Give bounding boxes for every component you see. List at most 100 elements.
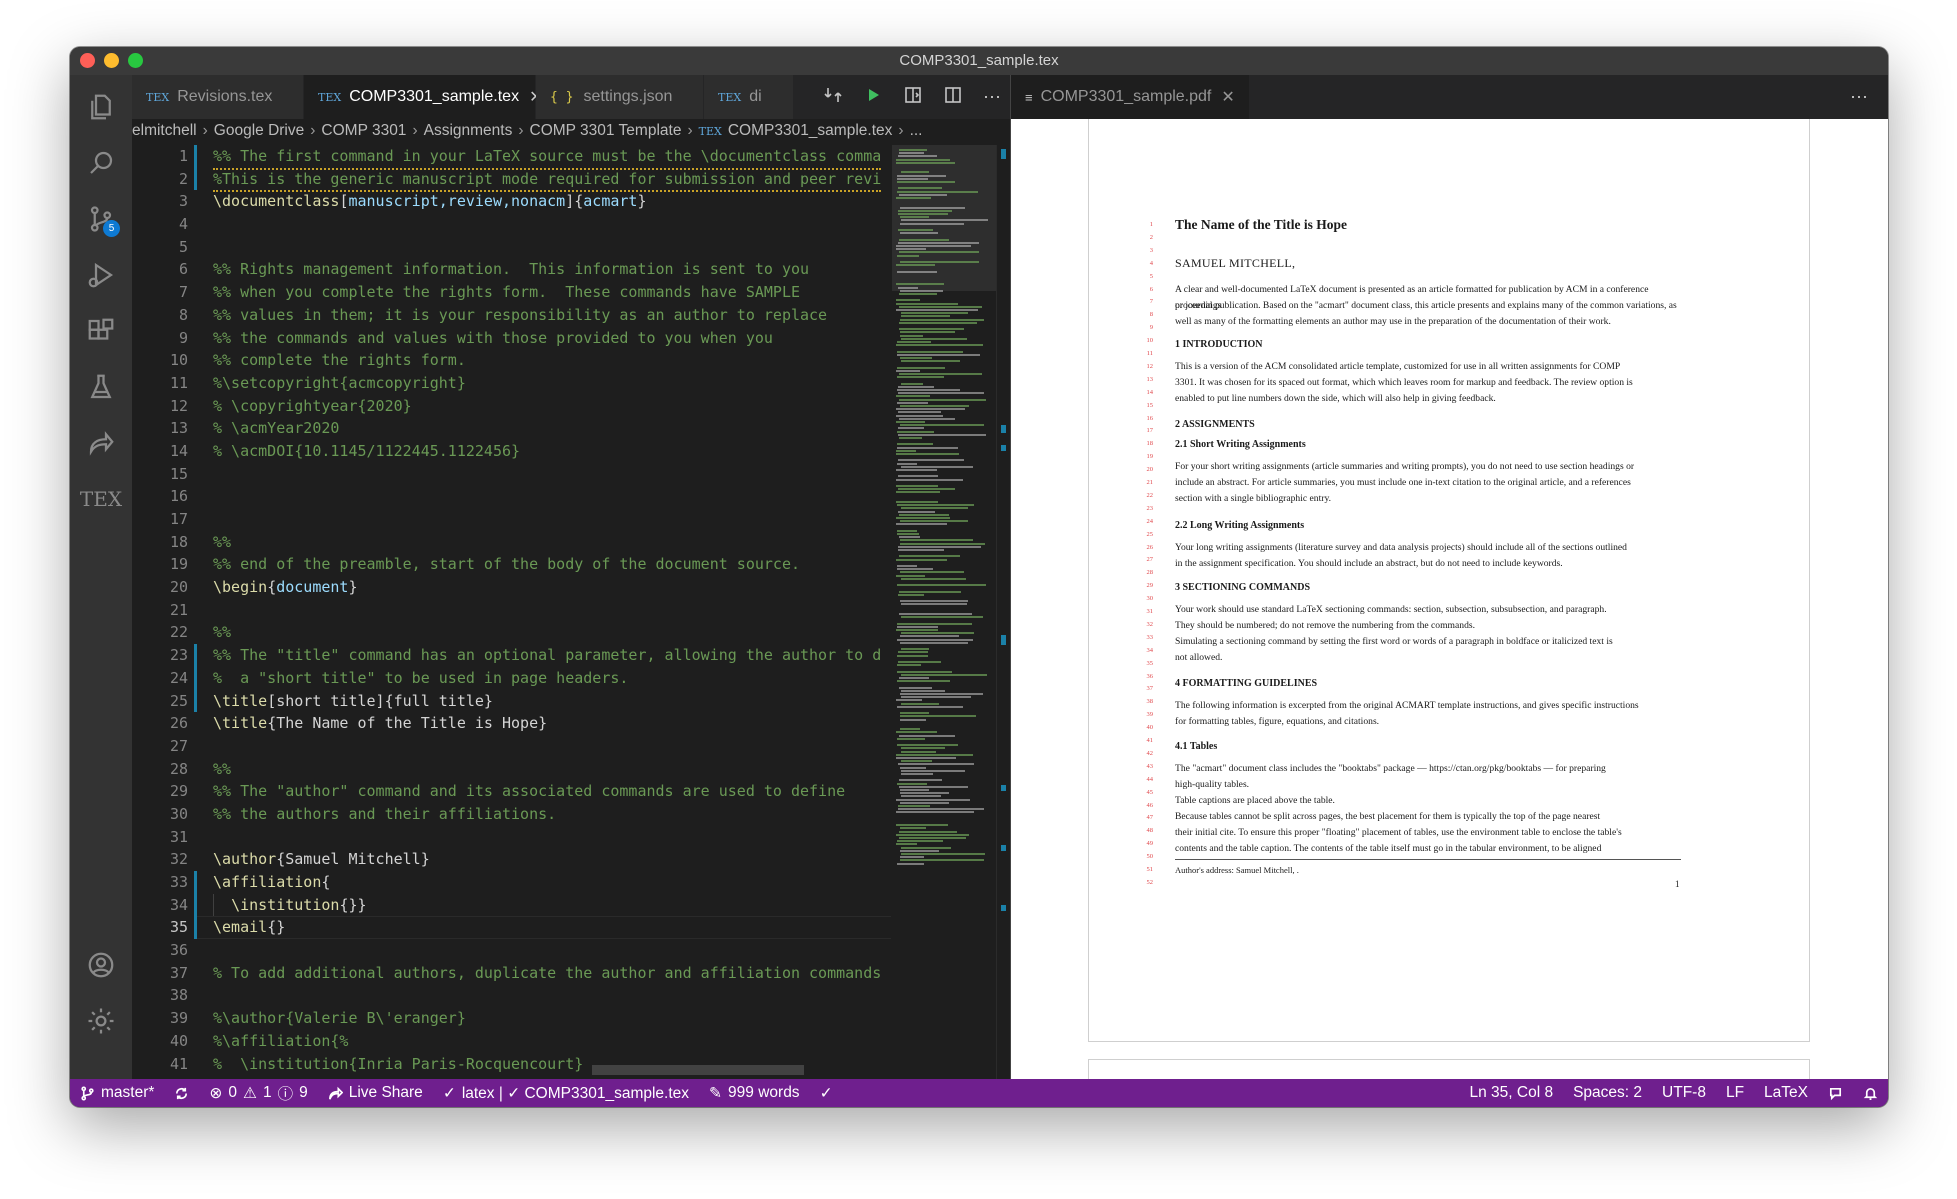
git-modified-marker[interactable] xyxy=(194,689,197,713)
horizontal-scrollbar[interactable] xyxy=(592,1065,804,1075)
minimize-window-button[interactable] xyxy=(104,53,119,68)
run-debug-icon[interactable] xyxy=(70,247,132,303)
gear-icon[interactable] xyxy=(70,993,132,1049)
line-number[interactable]: 26 xyxy=(132,712,188,735)
feedback-icon[interactable] xyxy=(1818,1086,1853,1101)
line-number[interactable]: 2 xyxy=(132,168,188,191)
breadcrumb-item[interactable]: COMP 3301 Template xyxy=(530,122,682,140)
build-status[interactable]: ✓ latex | ✓ COMP3301_sample.tex xyxy=(433,1084,699,1103)
line-number[interactable]: 28 xyxy=(132,758,188,781)
code-line[interactable]: 9 %% the commands and values with those p… xyxy=(132,327,891,350)
code-line[interactable]: 5 xyxy=(132,236,891,259)
code-line[interactable]: 1 %% The first command in your LaTeX sour… xyxy=(132,145,891,170)
explorer-icon[interactable] xyxy=(70,79,132,135)
git-modified-marker[interactable] xyxy=(194,167,197,191)
close-icon[interactable]: ✕ xyxy=(1221,87,1234,107)
line-number[interactable]: 37 xyxy=(132,962,188,985)
code-line[interactable]: 7 %% when you complete the rights form. T… xyxy=(132,281,891,304)
line-number[interactable]: 25 xyxy=(132,690,188,713)
line-number[interactable]: 36 xyxy=(132,939,188,962)
git-modified-marker[interactable] xyxy=(194,916,197,940)
line-number[interactable]: 33 xyxy=(132,871,188,894)
tab-revisions[interactable]: TEX Revisions.tex xyxy=(132,75,304,119)
code-line[interactable]: 27 xyxy=(132,735,891,758)
tab-settings-json[interactable]: { } settings.json xyxy=(536,75,704,119)
branch-indicator[interactable]: master* xyxy=(70,1084,164,1102)
line-number[interactable]: 24 xyxy=(132,667,188,690)
code-line[interactable]: 39 %\author{Valerie B\'eranger} xyxy=(132,1007,891,1030)
line-number[interactable]: 15 xyxy=(132,463,188,486)
code-line[interactable]: 14 % \acmDOI{10.1145/1122445.1122456} xyxy=(132,440,891,463)
code-line[interactable]: 10 %% complete the rights form. xyxy=(132,349,891,372)
live-share-icon[interactable] xyxy=(70,415,132,471)
view-pdf-icon[interactable] xyxy=(903,85,923,110)
code-line[interactable]: 32 \author{Samuel Mitchell} xyxy=(132,848,891,871)
git-modified-marker[interactable] xyxy=(194,145,197,168)
code-line[interactable]: 40 %\affiliation{% xyxy=(132,1030,891,1053)
pdf-viewer[interactable]: The Name of the Title is Hope SAMUEL MIT… xyxy=(1011,119,1888,1099)
line-number[interactable]: 7 xyxy=(132,281,188,304)
line-number[interactable]: 38 xyxy=(132,984,188,1007)
code-line[interactable]: 25 \title[short title]{full title} xyxy=(132,689,891,713)
line-number[interactable]: 21 xyxy=(132,599,188,622)
line-number[interactable]: 18 xyxy=(132,531,188,554)
line-number[interactable]: 29 xyxy=(132,780,188,803)
close-window-button[interactable] xyxy=(80,53,95,68)
breadcrumb-item[interactable]: elmitchell xyxy=(132,122,197,140)
word-count[interactable]: ✎ 999 words xyxy=(699,1084,810,1103)
line-number[interactable]: 14 xyxy=(132,440,188,463)
line-number[interactable]: 40 xyxy=(132,1030,188,1053)
line-number[interactable]: 30 xyxy=(132,803,188,826)
code-line[interactable]: 11 %\setcopyright{acmcopyright} xyxy=(132,372,891,395)
line-number[interactable]: 9 xyxy=(132,327,188,350)
code-line[interactable]: 38 xyxy=(132,984,891,1007)
code-line[interactable]: 34 \institution{}} xyxy=(132,893,891,917)
bell-icon[interactable] xyxy=(1853,1086,1888,1101)
code-line[interactable]: 15 xyxy=(132,463,891,486)
breadcrumb-item[interactable]: COMP3301_sample.tex xyxy=(728,122,893,140)
tab-comp3301-sample[interactable]: TEX COMP3301_sample.tex ✕ xyxy=(304,75,542,119)
source-control-icon[interactable]: 5 xyxy=(70,191,132,247)
more-actions-icon[interactable]: ⋯ xyxy=(1850,75,1868,119)
line-number[interactable]: 31 xyxy=(132,826,188,849)
code-line[interactable]: 21 xyxy=(132,599,891,622)
compare-changes-icon[interactable] xyxy=(823,85,843,110)
code-line[interactable]: 33 \affiliation{ xyxy=(132,871,891,894)
code-line[interactable]: 24 % a "short title" to be used in page h… xyxy=(132,666,891,690)
git-modified-marker[interactable] xyxy=(194,871,197,894)
line-number[interactable]: 34 xyxy=(132,894,188,917)
indentation[interactable]: Spaces: 2 xyxy=(1563,1084,1652,1102)
more-actions-icon[interactable]: ⋯ xyxy=(983,87,1002,108)
code-line[interactable]: 28%% xyxy=(132,758,891,781)
account-icon[interactable] xyxy=(70,937,132,993)
sync-button[interactable] xyxy=(164,1086,199,1101)
line-number[interactable]: 32 xyxy=(132,848,188,871)
tab-diff[interactable]: TEX di xyxy=(704,75,794,119)
git-modified-marker[interactable] xyxy=(194,893,197,917)
code-line[interactable]: 20 \begin{document} xyxy=(132,576,891,599)
code-line[interactable]: 29 %% The "author" command and its associ… xyxy=(132,780,891,803)
line-number[interactable]: 13 xyxy=(132,417,188,440)
line-number[interactable]: 35 xyxy=(132,916,188,939)
code-line[interactable]: 3 \documentclass[manuscript,review,nonacm… xyxy=(132,190,891,213)
line-number[interactable]: 23 xyxy=(132,644,188,667)
code-line[interactable]: 6 %% Rights management information. This … xyxy=(132,258,891,281)
git-modified-marker[interactable] xyxy=(194,644,197,667)
line-number[interactable]: 20 xyxy=(132,576,188,599)
tab-comp3301-pdf[interactable]: ≡ COMP3301_sample.pdf ✕ xyxy=(1011,75,1249,119)
code-line[interactable]: 30 %% the authors and their affiliations. xyxy=(132,803,891,826)
code-line[interactable]: 4 xyxy=(132,213,891,236)
zoom-window-button[interactable] xyxy=(128,53,143,68)
line-number[interactable]: 5 xyxy=(132,236,188,259)
code-line[interactable]: 2 %This is the generic manuscript mode re… xyxy=(132,167,891,193)
search-icon[interactable] xyxy=(70,135,132,191)
code-line[interactable]: 13 % \acmYear2020 xyxy=(132,417,891,440)
encoding[interactable]: UTF-8 xyxy=(1652,1084,1716,1102)
spell-check-status[interactable]: ✓ xyxy=(810,1084,843,1103)
code-line[interactable]: 22%% xyxy=(132,621,891,644)
split-editor-icon[interactable] xyxy=(943,85,963,110)
run-icon[interactable] xyxy=(863,85,883,110)
line-number[interactable]: 8 xyxy=(132,304,188,327)
line-number[interactable]: 11 xyxy=(132,372,188,395)
code-line[interactable]: 18%% xyxy=(132,531,891,554)
